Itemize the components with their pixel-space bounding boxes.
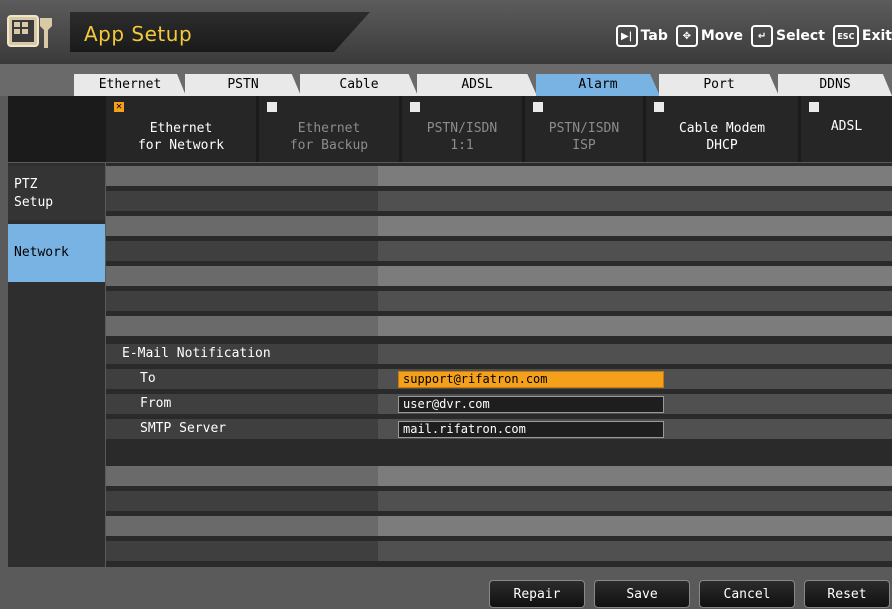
option-pstn-isdn-isp[interactable]: PSTN/ISDN ISP <box>525 96 643 162</box>
tab-ethernet[interactable]: Ethernet <box>74 74 186 96</box>
option-cable-modem-dhcp[interactable]: Cable Modem DHCP <box>646 96 798 162</box>
reset-button[interactable]: Reset <box>804 580 890 608</box>
option-label: ADSL <box>830 119 863 134</box>
settings-row <box>106 241 892 261</box>
repair-button[interactable]: Repair <box>489 580 585 608</box>
from-label: From <box>140 396 172 411</box>
tab-ddns[interactable]: DDNS <box>778 74 892 96</box>
settings-row <box>106 491 892 511</box>
email-section-row: E-Mail Notification <box>106 344 892 364</box>
checkbox[interactable] <box>809 102 819 112</box>
option-label: Cable Modem DHCP <box>678 121 766 153</box>
checkbox[interactable] <box>533 102 543 112</box>
checkbox[interactable] <box>654 102 664 112</box>
tab-pstn[interactable]: PSTN <box>185 74 301 96</box>
option-ethernet-backup[interactable]: Ethernet for Backup <box>259 96 399 162</box>
checkbox-checked[interactable]: ✕ <box>114 102 124 112</box>
option-ethernet-network[interactable]: ✕ Ethernet for Network <box>106 96 256 162</box>
page-title: App Setup <box>84 22 193 46</box>
option-pstn-isdn-1-1[interactable]: PSTN/ISDN 1:1 <box>402 96 522 162</box>
email-section-label: E-Mail Notification <box>122 346 271 361</box>
option-adsl[interactable]: ADSL <box>801 96 892 162</box>
hint-label: Exit <box>861 28 892 44</box>
checkbox[interactable] <box>410 102 420 112</box>
sidebar-item-network[interactable]: Network <box>8 224 105 282</box>
smtp-server-field[interactable]: mail.rifatron.com <box>398 421 664 438</box>
hint-tab: ▶| Tab <box>615 25 668 47</box>
option-label: Ethernet for Backup <box>289 121 369 153</box>
settings-row <box>106 541 892 561</box>
tab-adsl[interactable]: ADSL <box>417 74 537 96</box>
key-hints: ▶| Tab ✥ Move ↵ Select ESC Exit <box>612 22 892 50</box>
select-key-icon: ↵ <box>751 25 774 47</box>
hint-label: Tab <box>640 28 668 44</box>
hint-label: Select <box>776 28 825 44</box>
save-button[interactable]: Save <box>594 580 690 608</box>
hint-label: Move <box>700 28 744 44</box>
settings-row <box>106 291 892 311</box>
esc-key-icon: ESC <box>832 25 859 47</box>
tab-alarm[interactable]: Alarm <box>536 74 660 96</box>
hint-move: ✥ Move <box>675 25 744 47</box>
to-email-field[interactable]: support@rifatron.com <box>398 371 664 388</box>
app-setup-icon <box>7 15 52 48</box>
smtp-server-label: SMTP Server <box>140 421 227 436</box>
smtp-server-row: SMTP Server mail.rifatron.com <box>106 419 892 439</box>
settings-row <box>106 216 892 236</box>
tab-cable[interactable]: Cable <box>300 74 418 96</box>
settings-row <box>106 166 892 186</box>
sidebar-item-ptz-setup[interactable]: PTZ Setup <box>8 166 105 220</box>
settings-row <box>106 466 892 486</box>
hint-select: ↵ Select <box>751 25 825 47</box>
option-label: PSTN/ISDN 1:1 <box>426 121 498 153</box>
email-to-row: To support@rifatron.com <box>106 369 892 389</box>
settings-row <box>106 316 892 336</box>
from-email-field[interactable]: user@dvr.com <box>398 396 664 413</box>
tab-port[interactable]: Port <box>659 74 779 96</box>
hint-exit: ESC Exit <box>832 25 892 47</box>
settings-row <box>106 516 892 536</box>
move-key-icon: ✥ <box>675 25 698 47</box>
tab-key-icon: ▶| <box>615 25 638 47</box>
option-label: PSTN/ISDN ISP <box>548 121 620 153</box>
cancel-button[interactable]: Cancel <box>699 580 795 608</box>
settings-row <box>106 191 892 211</box>
settings-row <box>106 266 892 286</box>
checkbox[interactable] <box>267 102 277 112</box>
option-label: Ethernet for Network <box>137 121 225 153</box>
to-label: To <box>140 371 156 386</box>
email-from-row: From user@dvr.com <box>106 394 892 414</box>
